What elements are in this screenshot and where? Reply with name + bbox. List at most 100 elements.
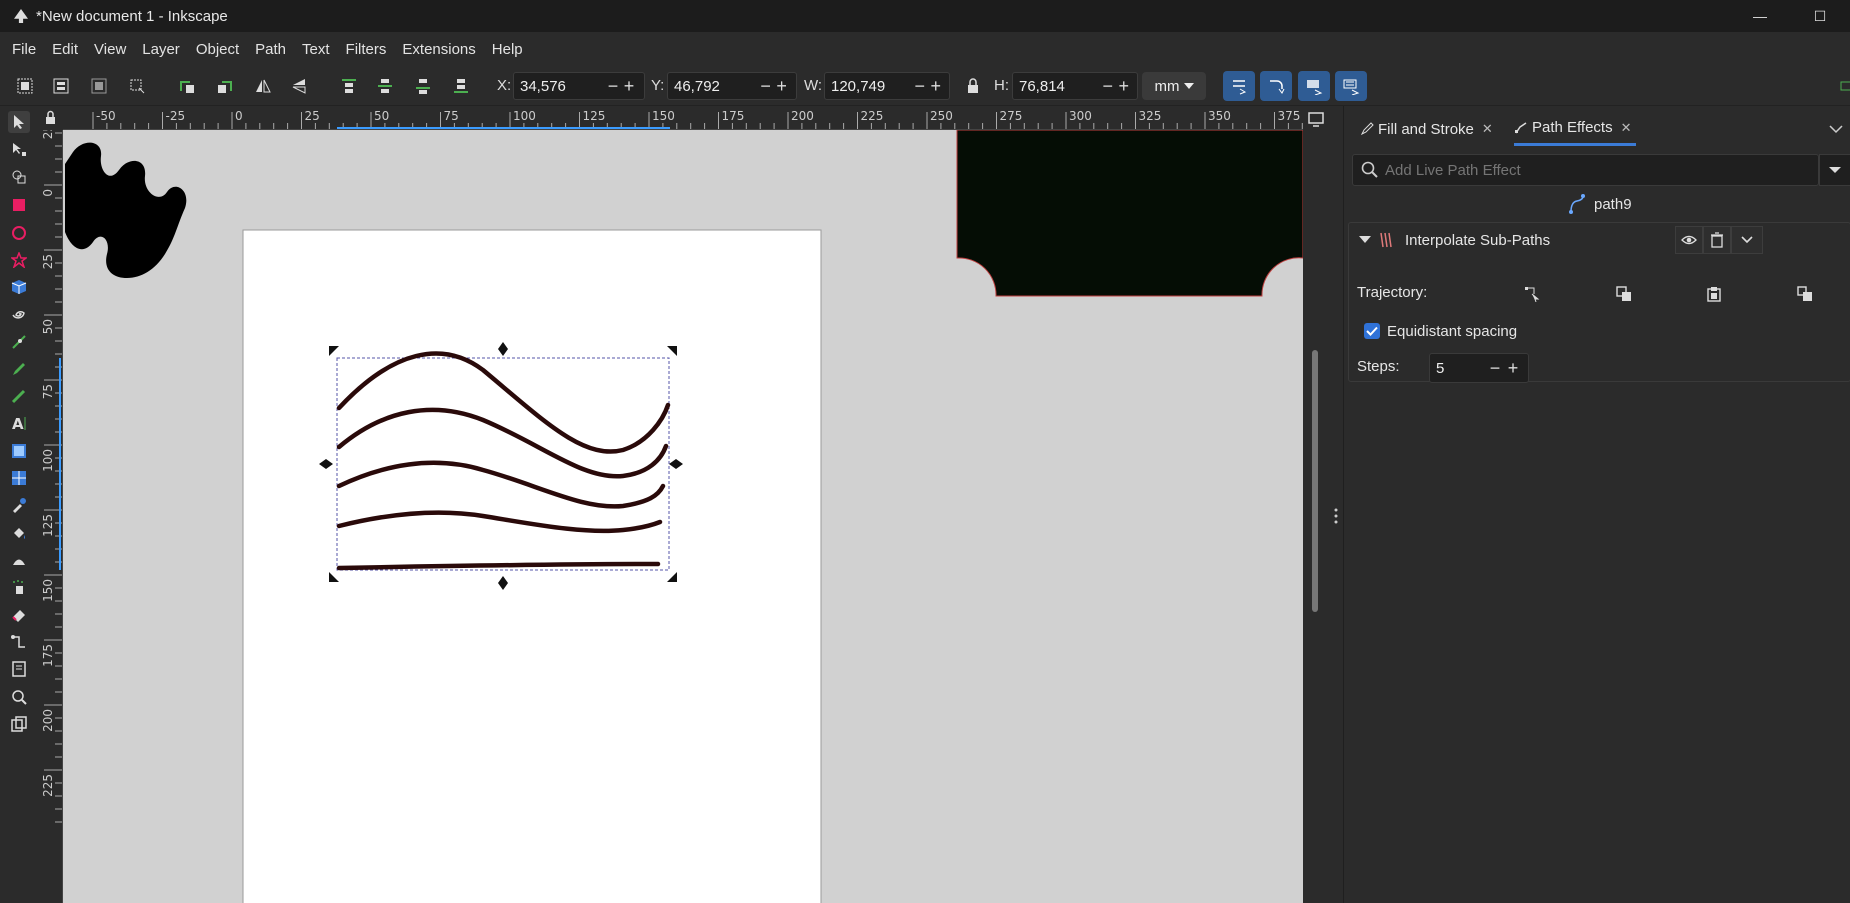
drag-handle-icon[interactable] <box>1329 506 1343 526</box>
rotate-ccw-icon[interactable] <box>176 75 198 97</box>
equidistant-label[interactable]: Equidistant spacing <box>1387 323 1517 340</box>
toggle-visibility-button[interactable] <box>1675 226 1703 254</box>
display-mode-icon[interactable] <box>1303 110 1329 130</box>
tab-path-effects[interactable]: Path Effects ✕ <box>1514 112 1636 146</box>
panel-menu-chevron-icon[interactable] <box>1828 124 1844 134</box>
menu-text[interactable]: Text <box>294 41 338 58</box>
move-gradients-toggle[interactable] <box>1298 71 1330 101</box>
lock-ratio-icon[interactable] <box>962 75 984 97</box>
rectangle-tool-icon[interactable] <box>8 194 30 216</box>
bezier-tool-icon[interactable] <box>8 331 30 353</box>
mesh-tool-icon[interactable] <box>8 467 30 489</box>
vertical-scrollbar[interactable] <box>1303 106 1329 903</box>
tweak-tool-icon[interactable] <box>8 549 30 571</box>
overflow-icon[interactable] <box>1836 75 1850 97</box>
notched-rectangle[interactable] <box>956 130 1303 297</box>
menu-layer[interactable]: Layer <box>134 41 188 58</box>
raise-icon[interactable] <box>374 75 396 97</box>
canvas[interactable] <box>63 130 1303 903</box>
pencil-tool-icon[interactable] <box>8 358 30 380</box>
steps-input[interactable] <box>1430 359 1486 377</box>
delete-effect-button[interactable] <box>1703 226 1731 254</box>
scrollbar-thumb[interactable] <box>1312 350 1318 612</box>
horizontal-ruler[interactable]: -50 -25 0 25 50 75 100 125 150 175 200 225 250 275 300… <box>63 106 1303 130</box>
vertical-ruler[interactable]: 25 0 25 50 75 100 125 150 175 200 225 <box>38 130 63 903</box>
node-tool-icon[interactable] <box>8 138 30 160</box>
effect-list-dropdown[interactable] <box>1819 154 1850 186</box>
text-tool-icon[interactable]: A <box>8 412 30 434</box>
spiral-tool-icon[interactable] <box>8 303 30 325</box>
spray-tool-icon[interactable] <box>8 576 30 598</box>
menu-help[interactable]: Help <box>484 41 531 58</box>
menu-file[interactable]: File <box>4 41 44 58</box>
y-increment-button[interactable]: + <box>774 76 790 96</box>
y-decrement-button[interactable]: − <box>758 76 774 96</box>
x-input[interactable] <box>514 77 605 95</box>
connector-tool-icon[interactable] <box>8 631 30 653</box>
lower-to-bottom-icon[interactable] <box>450 75 472 97</box>
trajectory-edit-on-canvas-button[interactable] <box>1521 283 1543 305</box>
w-input[interactable] <box>825 77 912 95</box>
x-field[interactable]: − + <box>513 72 645 100</box>
gradient-tool-icon[interactable] <box>8 440 30 462</box>
h-increment-button[interactable]: + <box>1116 76 1132 96</box>
flip-horizontal-icon[interactable] <box>252 75 274 97</box>
x-increment-button[interactable]: + <box>621 76 637 96</box>
close-icon[interactable]: ✕ <box>1482 121 1493 137</box>
tab-fill-and-stroke[interactable]: Fill and Stroke ✕ <box>1360 112 1493 146</box>
scale-stroke-toggle[interactable] <box>1223 71 1255 101</box>
steps-decrement-button[interactable]: − <box>1486 358 1504 379</box>
raise-to-top-icon[interactable] <box>338 75 360 97</box>
steps-increment-button[interactable]: + <box>1504 358 1522 379</box>
lock-guides-icon[interactable] <box>38 106 63 130</box>
equidistant-checkbox[interactable] <box>1364 323 1380 339</box>
y-input[interactable] <box>668 77 758 95</box>
w-field[interactable]: − + <box>824 72 950 100</box>
trajectory-link-button[interactable] <box>1794 283 1816 305</box>
lower-icon[interactable] <box>412 75 434 97</box>
calligraphy-tool-icon[interactable] <box>8 385 30 407</box>
dropper-tool-icon[interactable] <box>8 494 30 516</box>
select-all-icon[interactable] <box>14 75 36 97</box>
shape-builder-icon[interactable] <box>8 166 30 188</box>
deselect-icon[interactable] <box>88 75 110 97</box>
steps-field[interactable]: − + <box>1429 353 1529 383</box>
ellipse-tool-icon[interactable] <box>8 222 30 244</box>
move-patterns-toggle[interactable] <box>1335 71 1367 101</box>
rotate-cw-icon[interactable] <box>214 75 236 97</box>
3d-box-tool-icon[interactable] <box>8 276 30 298</box>
w-increment-button[interactable]: + <box>928 76 944 96</box>
menu-path[interactable]: Path <box>247 41 294 58</box>
menu-filters[interactable]: Filters <box>338 41 395 58</box>
unit-select[interactable]: mm <box>1142 72 1206 100</box>
select-all-layers-icon[interactable] <box>50 75 72 97</box>
effect-menu-button[interactable] <box>1731 226 1763 254</box>
h-decrement-button[interactable]: − <box>1100 76 1116 96</box>
y-field[interactable]: − + <box>667 72 797 100</box>
panel-splitter[interactable] <box>1329 106 1343 903</box>
minimize-button[interactable]: — <box>1730 0 1790 32</box>
pages-tool-icon[interactable] <box>8 658 30 680</box>
menu-object[interactable]: Object <box>188 41 247 58</box>
trajectory-paste-button[interactable] <box>1703 283 1725 305</box>
close-icon[interactable]: ✕ <box>1621 120 1632 136</box>
scale-corners-toggle[interactable] <box>1260 71 1292 101</box>
trajectory-copy-button[interactable] <box>1613 283 1635 305</box>
add-effect-search[interactable] <box>1352 154 1819 186</box>
eraser-tool-icon[interactable] <box>8 603 30 625</box>
star-tool-icon[interactable] <box>8 249 30 271</box>
measure-tool-icon[interactable] <box>8 713 30 735</box>
menu-extensions[interactable]: Extensions <box>394 41 483 58</box>
collapse-triangle-icon[interactable] <box>1359 235 1371 245</box>
menu-view[interactable]: View <box>86 41 134 58</box>
blob-shape[interactable] <box>65 142 187 278</box>
add-effect-input[interactable] <box>1385 161 1785 179</box>
w-decrement-button[interactable]: − <box>912 76 928 96</box>
touch-select-icon[interactable] <box>126 75 148 97</box>
zoom-tool-icon[interactable] <box>8 686 30 708</box>
h-field[interactable]: − + <box>1012 72 1138 100</box>
menu-edit[interactable]: Edit <box>44 41 86 58</box>
x-decrement-button[interactable]: − <box>605 76 621 96</box>
maximize-button[interactable]: ☐ <box>1790 0 1850 32</box>
selector-tool-icon[interactable] <box>8 111 30 133</box>
